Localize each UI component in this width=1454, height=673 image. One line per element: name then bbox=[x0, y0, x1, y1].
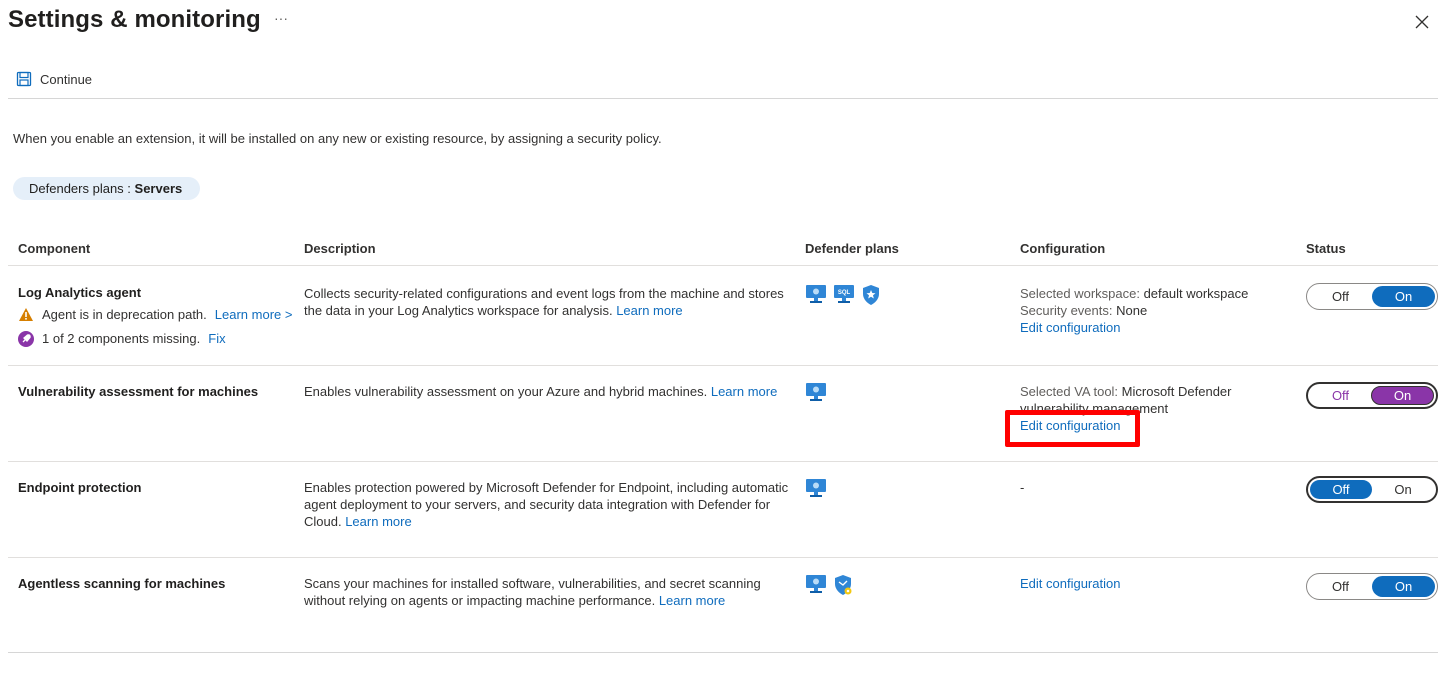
edit-configuration-link[interactable]: Edit configuration bbox=[1020, 576, 1120, 591]
shield-star-icon bbox=[863, 285, 879, 305]
fix-link[interactable]: Fix bbox=[208, 330, 225, 347]
sql-icon: SQL bbox=[834, 285, 854, 303]
description-learn-more-link[interactable]: Learn more bbox=[659, 593, 725, 608]
component-name: Vulnerability assessment for machines bbox=[18, 384, 259, 399]
table-header: Component Description Defender plans Con… bbox=[8, 238, 1438, 266]
server-icon bbox=[806, 575, 826, 593]
configuration-cell: - bbox=[1020, 480, 1025, 495]
configuration-cell: Selected workspace: default workspace Se… bbox=[1020, 285, 1248, 336]
column-header-component: Component bbox=[18, 241, 91, 256]
rocket-icon bbox=[18, 330, 34, 347]
workspace-value: default workspace bbox=[1143, 286, 1249, 301]
intro-text: When you enable an extension, it will be… bbox=[13, 131, 662, 146]
status-toggle[interactable]: Off On bbox=[1306, 573, 1438, 600]
va-tool-label: Selected VA tool: bbox=[1020, 384, 1119, 399]
bottom-divider bbox=[8, 652, 1438, 653]
toggle-on-option[interactable]: On bbox=[1372, 576, 1435, 597]
description-learn-more-link[interactable]: Learn more bbox=[345, 514, 411, 529]
toggle-off-option[interactable]: Off bbox=[1309, 286, 1372, 307]
workspace-label: Selected workspace: bbox=[1020, 286, 1140, 301]
component-name: Endpoint protection bbox=[18, 480, 142, 495]
server-icon bbox=[806, 383, 826, 401]
page-title: Settings & monitoring bbox=[8, 6, 261, 33]
description-cell: Enables protection powered by Microsoft … bbox=[304, 479, 796, 530]
warning-icon bbox=[19, 308, 33, 321]
table-row: Agentless scanning for machines Scans yo… bbox=[8, 558, 1438, 630]
continue-button[interactable]: Continue bbox=[16, 71, 92, 87]
status-toggle[interactable]: Off On bbox=[1306, 476, 1438, 503]
description-learn-more-link[interactable]: Learn more bbox=[616, 303, 682, 318]
description-cell: Scans your machines for installed softwa… bbox=[304, 575, 774, 609]
shield-gear-icon bbox=[835, 575, 852, 595]
more-options-button[interactable]: ··· bbox=[274, 10, 288, 26]
column-header-description: Description bbox=[304, 241, 376, 256]
description-text: Collects security-related configurations… bbox=[304, 286, 784, 318]
status-toggle[interactable]: Off On bbox=[1306, 382, 1438, 409]
close-icon[interactable] bbox=[1414, 14, 1430, 30]
security-events-label: Security events: bbox=[1020, 303, 1113, 318]
configuration-cell: Edit configuration bbox=[1020, 575, 1120, 592]
toggle-on-option[interactable]: On bbox=[1372, 286, 1435, 307]
component-name: Log Analytics agent bbox=[18, 285, 142, 300]
svg-text:SQL: SQL bbox=[838, 290, 851, 296]
table-row: Vulnerability assessment for machines En… bbox=[8, 366, 1438, 462]
pill-value: Servers bbox=[134, 181, 183, 196]
description-cell: Enables vulnerability assessment on your… bbox=[304, 383, 794, 400]
column-header-defender-plans: Defender plans bbox=[805, 241, 899, 256]
missing-components-text: 1 of 2 components missing. bbox=[42, 331, 201, 346]
toggle-on-option[interactable]: On bbox=[1371, 386, 1434, 405]
table-row: Endpoint protection Enables protection p… bbox=[8, 462, 1438, 558]
save-icon bbox=[16, 71, 32, 87]
toggle-off-option[interactable]: Off bbox=[1310, 386, 1371, 405]
pill-label: Defenders plans : bbox=[29, 181, 131, 196]
server-icon bbox=[806, 285, 826, 303]
security-events-value: None bbox=[1116, 303, 1148, 318]
column-header-configuration: Configuration bbox=[1020, 241, 1106, 256]
description-learn-more-link[interactable]: Learn more bbox=[711, 384, 777, 399]
highlight-box bbox=[1005, 410, 1140, 447]
description-cell: Collects security-related configurations… bbox=[304, 285, 794, 319]
description-text: Enables vulnerability assessment on your… bbox=[304, 384, 708, 399]
deprecation-learn-more-link[interactable]: Learn more > bbox=[215, 306, 293, 323]
defender-plans-icons bbox=[805, 574, 853, 596]
defender-plans-icons: SQL bbox=[805, 284, 881, 306]
continue-label: Continue bbox=[40, 71, 93, 87]
command-bar: Continue bbox=[8, 64, 1438, 99]
toggle-off-option[interactable]: Off bbox=[1309, 576, 1372, 597]
toggle-on-option[interactable]: On bbox=[1372, 480, 1434, 499]
defender-plans-pill: Defenders plans : Servers bbox=[13, 177, 201, 200]
status-toggle[interactable]: Off On bbox=[1306, 283, 1438, 310]
deprecation-text: Agent is in deprecation path. bbox=[42, 307, 207, 322]
table-row: Log Analytics agent Agent is in deprecat… bbox=[8, 266, 1438, 366]
toggle-off-option[interactable]: Off bbox=[1310, 480, 1372, 499]
server-icon bbox=[806, 479, 826, 497]
defender-plans-icons bbox=[805, 478, 827, 498]
component-name: Agentless scanning for machines bbox=[18, 576, 226, 591]
edit-configuration-link[interactable]: Edit configuration bbox=[1020, 320, 1120, 335]
defender-plans-icons bbox=[805, 382, 827, 402]
column-header-status: Status bbox=[1306, 241, 1346, 256]
